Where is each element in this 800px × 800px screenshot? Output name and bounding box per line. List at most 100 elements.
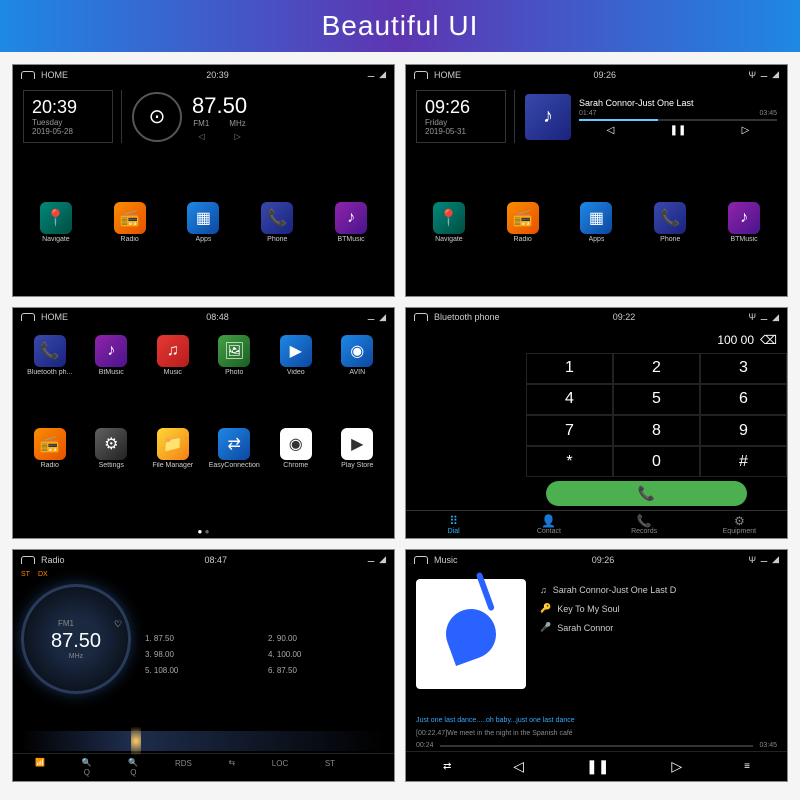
key-*[interactable]: * [526, 446, 613, 477]
music-widget[interactable]: ♪ Sarah Connor-Just One Last 01:4703:45 … [514, 90, 777, 143]
radio-btn[interactable]: RDS [175, 758, 192, 777]
track-icon: 🎤 [540, 622, 551, 633]
radio-btn[interactable]: 🔍Q [128, 758, 138, 777]
app-bluetoothph[interactable]: 📞 Bluetooth ph... [21, 335, 79, 424]
key-7[interactable]: 7 [526, 415, 613, 446]
app-avin[interactable]: ◉ AVIN [329, 335, 387, 424]
music-player-screen: Music 09:26 Ψ⚊◢ ♫Sarah Connor-Just One L… [405, 549, 788, 782]
home-icon[interactable] [21, 71, 35, 79]
radio-btn[interactable]: 🔍Q [82, 758, 92, 777]
app-label: BTMusic [730, 236, 757, 243]
next-icon[interactable]: ▷ [235, 132, 241, 141]
shuffle-icon[interactable]: ⇄ [443, 761, 451, 772]
key-9[interactable]: 9 [700, 415, 787, 446]
key-5[interactable]: 5 [613, 384, 700, 415]
heart-icon[interactable]: ♡ [114, 619, 122, 630]
app-photo[interactable]: 🖼 Photo [206, 335, 264, 424]
home-icon[interactable] [21, 556, 35, 564]
home-screen-2: HOME 09:26 Ψ⚊◢ 09:26 Friday 2019-05-31 ♪… [405, 64, 788, 297]
key-3[interactable]: 3 [700, 353, 787, 384]
track-item[interactable]: 🎤Sarah Connor [540, 622, 777, 633]
radio-btn[interactable]: 📶 [35, 758, 45, 777]
tab-dial[interactable]: ⠿Dial [406, 511, 501, 538]
prev-icon[interactable]: ◁ [513, 758, 524, 775]
app-playstore[interactable]: ▶ Play Store [329, 428, 387, 517]
tab-records[interactable]: 📞Records [597, 511, 692, 538]
pause-icon[interactable]: ❚❚ [670, 125, 687, 136]
key-8[interactable]: 8 [613, 415, 700, 446]
preset[interactable]: 1. 87.50 [143, 632, 263, 645]
app-navigate[interactable]: 📍 Navigate [421, 202, 477, 243]
tab-contact[interactable]: 👤Contact [501, 511, 596, 538]
key-6[interactable]: 6 [700, 384, 787, 415]
next-icon[interactable]: ▷ [742, 125, 750, 136]
home-icon[interactable] [414, 313, 428, 321]
app-easyconnection[interactable]: ⇄ EasyConnection [206, 428, 264, 517]
radio-btn[interactable]: LOC [272, 758, 288, 777]
screens-grid: HOME 20:39 ⚊◢ 20:39 Tuesday 2019-05-28 ⊙… [0, 52, 800, 794]
app-btmusic[interactable]: ♪ BTMusic [323, 202, 379, 243]
radio-btn[interactable]: ⇆ [228, 758, 235, 777]
preset[interactable]: 6. 87.50 [266, 664, 386, 677]
radio-btn[interactable]: ST [325, 758, 335, 777]
track-item[interactable]: ♫Sarah Connor-Just One Last D [540, 585, 777, 595]
app-label: Phone [267, 236, 287, 243]
preset[interactable]: 5. 108.00 [143, 664, 263, 677]
frequency-scale[interactable] [21, 731, 386, 751]
backspace-icon[interactable]: ⌫ [760, 333, 777, 347]
app-navigate[interactable]: 📍 Navigate [28, 202, 84, 243]
app-apps[interactable]: ▦ Apps [568, 202, 624, 243]
app-video[interactable]: ▶ Video [267, 335, 325, 424]
wifi-icon: ◢ [379, 312, 386, 323]
playlist-icon[interactable]: ≡ [744, 761, 750, 772]
wifi-icon: ◢ [772, 69, 779, 80]
key-#[interactable]: # [700, 446, 787, 477]
key-4[interactable]: 4 [526, 384, 613, 415]
wifi-icon: ◢ [379, 69, 386, 80]
app-phone[interactable]: 📞 Phone [249, 202, 305, 243]
home-icon[interactable] [21, 313, 35, 321]
home-icon[interactable] [414, 556, 428, 564]
prev-icon[interactable]: ◁ [198, 132, 204, 141]
prev-icon[interactable]: ◁ [607, 125, 615, 136]
dx-indicator: DX [38, 571, 48, 578]
progress-bar[interactable]: 00:24 03:45 [406, 740, 787, 751]
preset[interactable]: 4. 100.00 [266, 648, 386, 661]
key-1[interactable]: 1 [526, 353, 613, 384]
app-radio[interactable]: 📻 Radio [21, 428, 79, 517]
key-0[interactable]: 0 [613, 446, 700, 477]
call-button[interactable]: 📞 [546, 481, 747, 506]
app-icon: 🖼 [218, 335, 250, 367]
app-btmusic[interactable]: ♪ BtMusic [83, 335, 141, 424]
usb-icon: Ψ [748, 555, 756, 565]
usb-icon: Ψ [748, 70, 756, 80]
app-label: BtMusic [99, 369, 124, 376]
preset[interactable]: 3. 98.00 [143, 648, 263, 661]
app-apps[interactable]: ▦ Apps [175, 202, 231, 243]
app-chrome[interactable]: ◉ Chrome [267, 428, 325, 517]
app-phone[interactable]: 📞 Phone [642, 202, 698, 243]
clock-widget[interactable]: 20:39 Tuesday 2019-05-28 [23, 90, 113, 143]
app-music[interactable]: ♫ Music [144, 335, 202, 424]
track-item[interactable]: 🔑Key To My Soul [540, 603, 777, 614]
clock-date: 2019-05-28 [32, 127, 104, 136]
app-btmusic[interactable]: ♪ BTMusic [716, 202, 772, 243]
tab-equipment[interactable]: ⚙Equipment [692, 511, 787, 538]
pause-icon[interactable]: ❚❚ [586, 758, 609, 775]
next-icon[interactable]: ▷ [671, 758, 682, 775]
frequency: 87.50 [192, 93, 247, 119]
wifi-icon: ◢ [379, 554, 386, 565]
home-icon[interactable] [414, 71, 428, 79]
clock-widget[interactable]: 09:26 Friday 2019-05-31 [416, 90, 506, 143]
status-bar: HOME 08:48 ⚊◢ [13, 308, 394, 327]
app-radio[interactable]: 📻 Radio [102, 202, 158, 243]
app-filemanager[interactable]: 📁 File Manager [144, 428, 202, 517]
key-2[interactable]: 2 [613, 353, 700, 384]
preset[interactable]: 2. 90.00 [266, 632, 386, 645]
app-radio[interactable]: 📻 Radio [495, 202, 551, 243]
app-settings[interactable]: ⚙ Settings [83, 428, 141, 517]
radio-widget[interactable]: ⊙ 87.50 FM1MHz ◁▷ [121, 90, 384, 143]
app-icon: 📻 [114, 202, 146, 234]
app-label: Phone [660, 236, 680, 243]
tuner-dial[interactable]: FM1♡ 87.50 MHz [21, 584, 131, 694]
